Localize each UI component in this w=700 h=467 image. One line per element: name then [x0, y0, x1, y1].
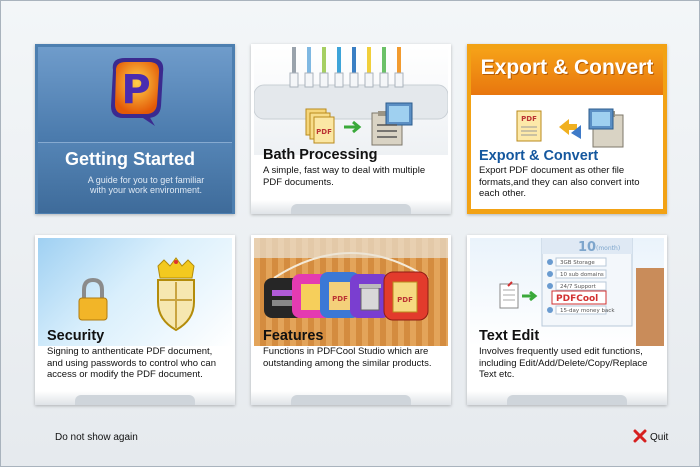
card-description: Functions in PDFCool Studio which are ou… [263, 346, 432, 369]
close-x-icon [633, 429, 647, 442]
card-title: Text Edit [479, 328, 540, 344]
card-title: Getting Started [65, 149, 196, 169]
svg-text:24/7 Support: 24/7 Support [560, 284, 597, 290]
card-tab [251, 391, 451, 405]
card-description: Involves frequently used edit functions,… [479, 346, 648, 380]
start-window: P Getting Started A guide for you to get… [0, 0, 700, 467]
card-tab [467, 391, 667, 405]
card-security[interactable]: Security Signing to anthenticate PDF doc… [35, 235, 235, 405]
quit-button[interactable]: Quit [633, 428, 668, 443]
card-features[interactable]: PDF PDF Features Functions in PDFCool St… [251, 235, 451, 405]
svg-text:PDF: PDF [316, 128, 332, 136]
convert-arrows-icon [559, 119, 581, 139]
card-title: Security [47, 328, 105, 344]
card-description: A simple, fast way to deal with multiple… [263, 165, 426, 188]
card-description: Export PDF document as other file format… [479, 165, 640, 199]
crowned-shield-icon [157, 257, 195, 332]
card-title: Export & Convert [479, 148, 599, 164]
svg-text:(month): (month) [596, 245, 620, 252]
svg-text:3GB Storage: 3GB Storage [560, 260, 595, 266]
export-illustration: PDF [516, 108, 624, 148]
arrow-right-icon [522, 290, 538, 302]
batch-processing-image: PDF [254, 47, 448, 155]
cables-illustration: PDF [254, 47, 448, 146]
pdfcool-text-sample: PDFCool [556, 294, 598, 304]
pdfcool-logo-icon: P [111, 58, 164, 126]
document-edit-icon [499, 281, 519, 309]
svg-text:P: P [121, 67, 150, 113]
card-title: Bath Processing [263, 147, 378, 163]
arrow-right-icon [344, 120, 362, 134]
card-description: Signing to anthenticate PDF document, an… [47, 346, 216, 380]
card-description: A guide for you to get familiar with you… [87, 175, 205, 195]
card-getting-started[interactable]: P Getting Started A guide for you to get… [35, 44, 235, 214]
card-batch-processing[interactable]: PDF Bath Processing A simple, fast way t… [251, 44, 451, 214]
svg-text:15-day money back: 15-day money back [560, 308, 615, 314]
card-export-convert[interactable]: Export & Convert PDF Export & Convert Ex… [467, 44, 667, 214]
card-tab [35, 391, 235, 405]
feature-icon-5: PDF [383, 271, 429, 321]
card-tab [251, 200, 451, 214]
svg-text:10: 10 [578, 240, 596, 255]
card-title: Features [263, 328, 324, 344]
export-banner: Export & Convert [471, 49, 663, 95]
svg-text:10 sub domains: 10 sub domains [560, 272, 604, 278]
quit-label: Quit [650, 432, 669, 443]
padlock-icon [78, 277, 108, 321]
do-not-show-again-link[interactable]: Do not show again [55, 432, 138, 443]
svg-text:PDF: PDF [397, 296, 413, 304]
svg-text:PDF: PDF [521, 115, 537, 123]
export-banner-text: Export & Convert [480, 56, 654, 79]
card-text-edit[interactable]: 10 (month) 3GB Storage 10 sub domains 24… [467, 235, 667, 405]
pdf-document-icon: PDF [516, 110, 542, 142]
clipboard-image-icon [588, 108, 624, 148]
svg-text:PDF: PDF [332, 295, 348, 303]
pdf-files-icon: PDF [305, 108, 335, 144]
